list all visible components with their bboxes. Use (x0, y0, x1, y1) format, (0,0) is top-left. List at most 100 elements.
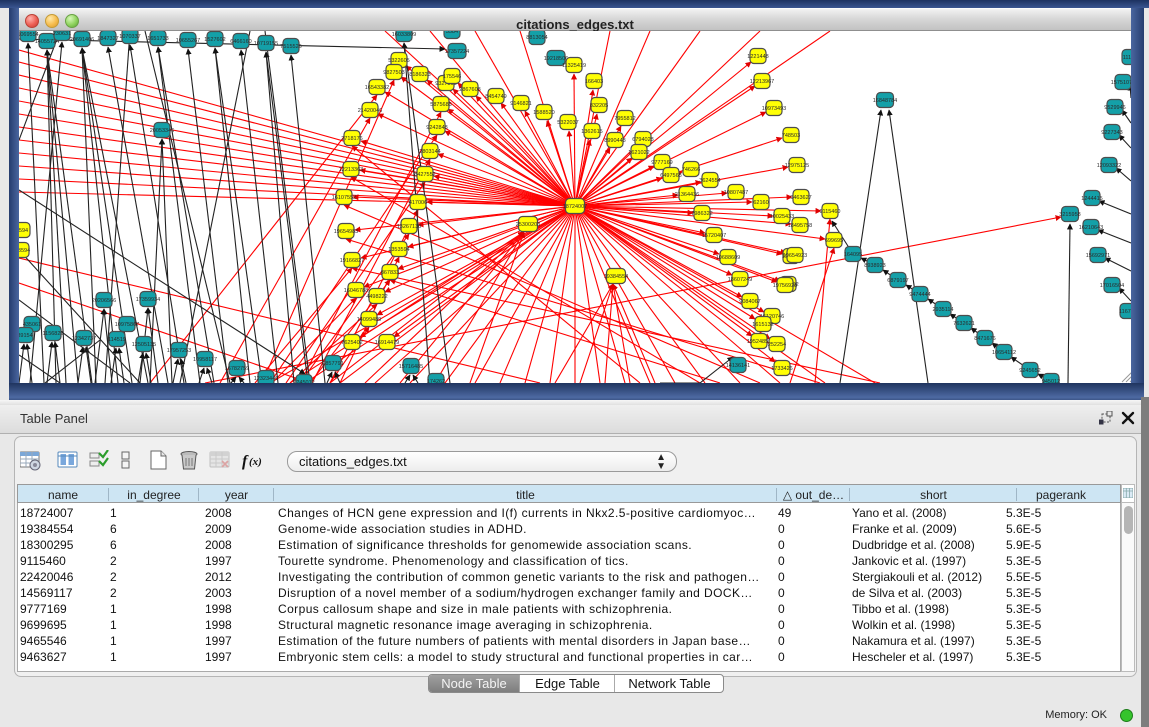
svg-text:1221448: 1221448 (747, 54, 768, 60)
svg-text:7986322: 7986322 (691, 211, 712, 217)
svg-text:16848784: 16848784 (873, 98, 897, 104)
svg-text:10025433: 10025433 (770, 214, 794, 220)
svg-text:3215958: 3215958 (1059, 212, 1080, 218)
svg-text:6879197: 6879197 (887, 278, 908, 284)
svg-text:19218506: 19218506 (544, 56, 568, 62)
svg-text:5875685: 5875685 (430, 102, 451, 108)
svg-text:16046788: 16046788 (344, 288, 368, 294)
svg-text:15716485: 15716485 (399, 364, 423, 370)
svg-text:19654923: 19654923 (783, 253, 807, 259)
svg-text:14099489: 14099489 (357, 317, 381, 323)
svg-text:114519: 114519 (108, 337, 126, 343)
svg-text:39154: 39154 (19, 333, 33, 339)
svg-text:1588520: 1588520 (533, 110, 554, 116)
svg-text:166403: 166403 (585, 79, 603, 85)
svg-text:16914479: 16914479 (375, 340, 399, 346)
svg-text:7632621: 7632621 (953, 321, 974, 327)
svg-text:9146821: 9146821 (510, 101, 531, 107)
svg-text:9474444: 9474444 (909, 292, 930, 298)
svg-text:116753: 116753 (1119, 309, 1131, 315)
svg-text:10719155: 10719155 (254, 41, 278, 47)
svg-text:3624554: 3624554 (699, 178, 720, 184)
svg-text:21364436: 21364436 (675, 192, 699, 198)
svg-text:2935114: 2935114 (932, 307, 953, 313)
svg-text:20206566: 20206566 (92, 298, 116, 304)
svg-text:14136141: 14136141 (726, 363, 750, 369)
svg-text:18495758: 18495758 (788, 223, 812, 229)
svg-text:12975125: 12975125 (785, 163, 809, 169)
svg-text:12093322: 12093322 (1097, 163, 1121, 169)
svg-text:12342737: 12342737 (72, 336, 96, 342)
svg-text:9245652: 9245652 (1019, 368, 1040, 374)
svg-text:3594: 3594 (19, 228, 28, 234)
svg-text:17357224: 17357224 (445, 49, 469, 55)
svg-text:10655267: 10655267 (176, 38, 200, 44)
svg-text:16107552: 16107552 (332, 195, 356, 201)
svg-text:f: f (242, 453, 249, 470)
svg-text:5322037: 5322037 (557, 120, 578, 126)
svg-text:164095: 164095 (844, 252, 862, 258)
svg-text:230631: 230631 (53, 31, 71, 37)
svg-text:10973493: 10973493 (762, 106, 786, 112)
svg-text:12213967: 12213967 (750, 79, 774, 85)
svg-text:153594: 153594 (19, 248, 30, 254)
svg-text:16543382: 16543382 (365, 85, 389, 91)
svg-text:746266: 746266 (682, 167, 700, 173)
svg-text:9827503: 9827503 (383, 70, 404, 76)
svg-text:19384554: 19384554 (604, 274, 628, 280)
svg-text:20053346: 20053346 (150, 128, 174, 134)
svg-text:15692971: 15692971 (1086, 253, 1110, 259)
svg-text:832205: 832205 (590, 103, 608, 109)
svg-text:2803144: 2803144 (419, 149, 440, 155)
svg-text:1527602: 1527602 (204, 37, 225, 43)
svg-text:6794028: 6794028 (632, 137, 653, 143)
svg-text:5322605: 5322605 (388, 58, 409, 64)
svg-text:16782759: 16782759 (225, 366, 249, 372)
svg-text:8938923: 8938923 (864, 263, 885, 269)
svg-text:9242848: 9242848 (426, 125, 447, 131)
svg-text:10654112: 10654112 (992, 350, 1016, 356)
svg-text:1069554: 1069554 (19, 32, 39, 38)
svg-text:10958117: 10958117 (193, 357, 217, 363)
svg-text:10807487: 10807487 (724, 190, 748, 196)
svg-text:62160: 62160 (753, 200, 768, 206)
svg-text:252254: 252254 (768, 342, 786, 348)
svg-text:748503: 748503 (782, 133, 800, 139)
svg-text:21420046: 21420046 (358, 108, 382, 114)
svg-text:19166827: 19166827 (340, 258, 364, 264)
svg-text:9084067: 9084067 (739, 299, 760, 305)
svg-text:9227343: 9227343 (1101, 130, 1122, 136)
svg-text:1353594: 1353594 (388, 247, 409, 253)
svg-text:10688609: 10688609 (716, 255, 740, 261)
svg-text:699695: 699695 (825, 238, 843, 244)
svg-text:18607249: 18607249 (728, 277, 752, 283)
svg-text:18724007: 18724007 (563, 204, 587, 210)
svg-text:1156829: 1156829 (42, 331, 63, 337)
svg-text:9529946: 9529946 (1104, 105, 1125, 111)
svg-text:17359934: 17359934 (136, 297, 160, 303)
svg-text:9115460: 9115460 (819, 209, 840, 215)
svg-text:9857791: 9857791 (322, 361, 343, 367)
svg-text:8990448: 8990448 (604, 138, 625, 144)
svg-text:175546: 175546 (443, 74, 461, 80)
svg-text:3584: 3584 (446, 31, 458, 35)
svg-text:1621022: 1621022 (628, 150, 649, 156)
svg-text:8427552: 8427552 (414, 172, 435, 178)
svg-text:7625402: 7625402 (341, 340, 362, 346)
svg-text:(x): (x) (249, 456, 262, 468)
svg-text:6466160: 6466160 (230, 39, 251, 45)
svg-text:9777169: 9777169 (651, 160, 672, 166)
svg-text:19756928: 19756928 (773, 283, 797, 289)
svg-text:8454749: 8454749 (485, 94, 506, 100)
svg-text:15720407: 15720407 (702, 233, 726, 239)
svg-text:1362615: 1362615 (581, 129, 602, 135)
svg-text:17957253: 17957253 (167, 348, 191, 354)
svg-text:417006: 417006 (409, 200, 427, 206)
svg-text:11325419: 11325419 (562, 63, 586, 69)
svg-text:17016504: 17016504 (1100, 283, 1124, 289)
svg-text:8471676: 8471676 (974, 336, 995, 342)
svg-text:2867608: 2867608 (459, 87, 480, 93)
svg-text:8813054: 8813054 (526, 35, 547, 41)
svg-text:8186323: 8186323 (409, 72, 430, 78)
svg-text:1615132: 1615132 (752, 322, 773, 328)
